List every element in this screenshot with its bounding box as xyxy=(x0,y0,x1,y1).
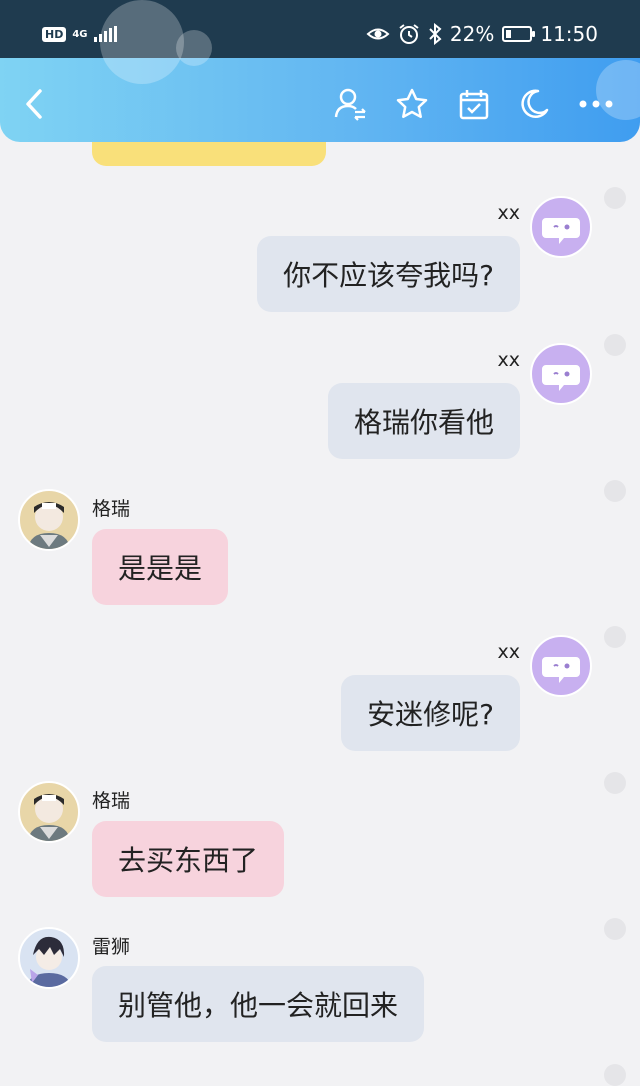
moon-icon[interactable] xyxy=(514,84,554,124)
message-bubble[interactable]: 去买东西了 xyxy=(92,821,285,897)
eye-icon xyxy=(366,28,390,40)
bluetooth-icon xyxy=(429,23,442,45)
message-bubble[interactable]: 别管他，他一会就回来 xyxy=(92,966,425,1042)
sender-name: 雷狮 xyxy=(92,936,131,958)
hd-badge: HD xyxy=(42,26,67,42)
battery-percent: 22% xyxy=(449,22,495,46)
message-bubble[interactable]: 是是是 xyxy=(92,529,229,605)
clock: 11:50 xyxy=(540,22,598,46)
back-arrow-icon[interactable] xyxy=(14,84,54,124)
sender-name: 格瑞 xyxy=(92,498,131,520)
status-right: 22% 11:50 xyxy=(366,22,598,46)
decorative-bubble xyxy=(176,30,212,66)
avatar-leishi[interactable] xyxy=(18,927,80,989)
alarm-icon xyxy=(399,24,419,44)
chat-list[interactable]: xx 你不应该夸我吗? xx 格瑞你看他 格瑞 是是是 xx 安迷修呢? 格瑞 … xyxy=(0,142,640,1086)
message-bubble[interactable]: 安迷修呢? xyxy=(341,675,520,751)
avatar-gerui[interactable] xyxy=(18,489,80,551)
more-dots-icon[interactable] xyxy=(576,84,616,124)
user-switch-icon[interactable] xyxy=(330,84,370,124)
battery-icon xyxy=(502,26,536,42)
star-icon[interactable] xyxy=(392,84,432,124)
select-dot[interactable] xyxy=(604,480,626,502)
select-dot[interactable] xyxy=(604,1064,626,1086)
select-dot[interactable] xyxy=(604,918,626,940)
sender-name: 格瑞 xyxy=(92,790,131,812)
avatar-self[interactable] xyxy=(530,635,592,697)
decorative-bubble xyxy=(100,0,184,84)
select-dot[interactable] xyxy=(604,772,626,794)
sender-name: xx xyxy=(497,641,521,663)
select-dot[interactable] xyxy=(604,187,626,209)
chat-header xyxy=(0,0,640,142)
avatar-self[interactable] xyxy=(530,343,592,405)
avatar-gerui[interactable] xyxy=(18,781,80,843)
sender-name: xx xyxy=(497,202,521,224)
previous-message-bubble xyxy=(92,142,326,166)
select-dot[interactable] xyxy=(604,334,626,356)
sender-name: xx xyxy=(497,349,521,371)
calendar-check-icon[interactable] xyxy=(454,84,494,124)
select-dot[interactable] xyxy=(604,626,626,648)
network-type: 4G xyxy=(72,28,88,40)
avatar-self[interactable] xyxy=(530,196,592,258)
message-bubble[interactable]: 格瑞你看他 xyxy=(327,383,520,459)
message-bubble[interactable]: 你不应该夸我吗? xyxy=(257,236,520,312)
